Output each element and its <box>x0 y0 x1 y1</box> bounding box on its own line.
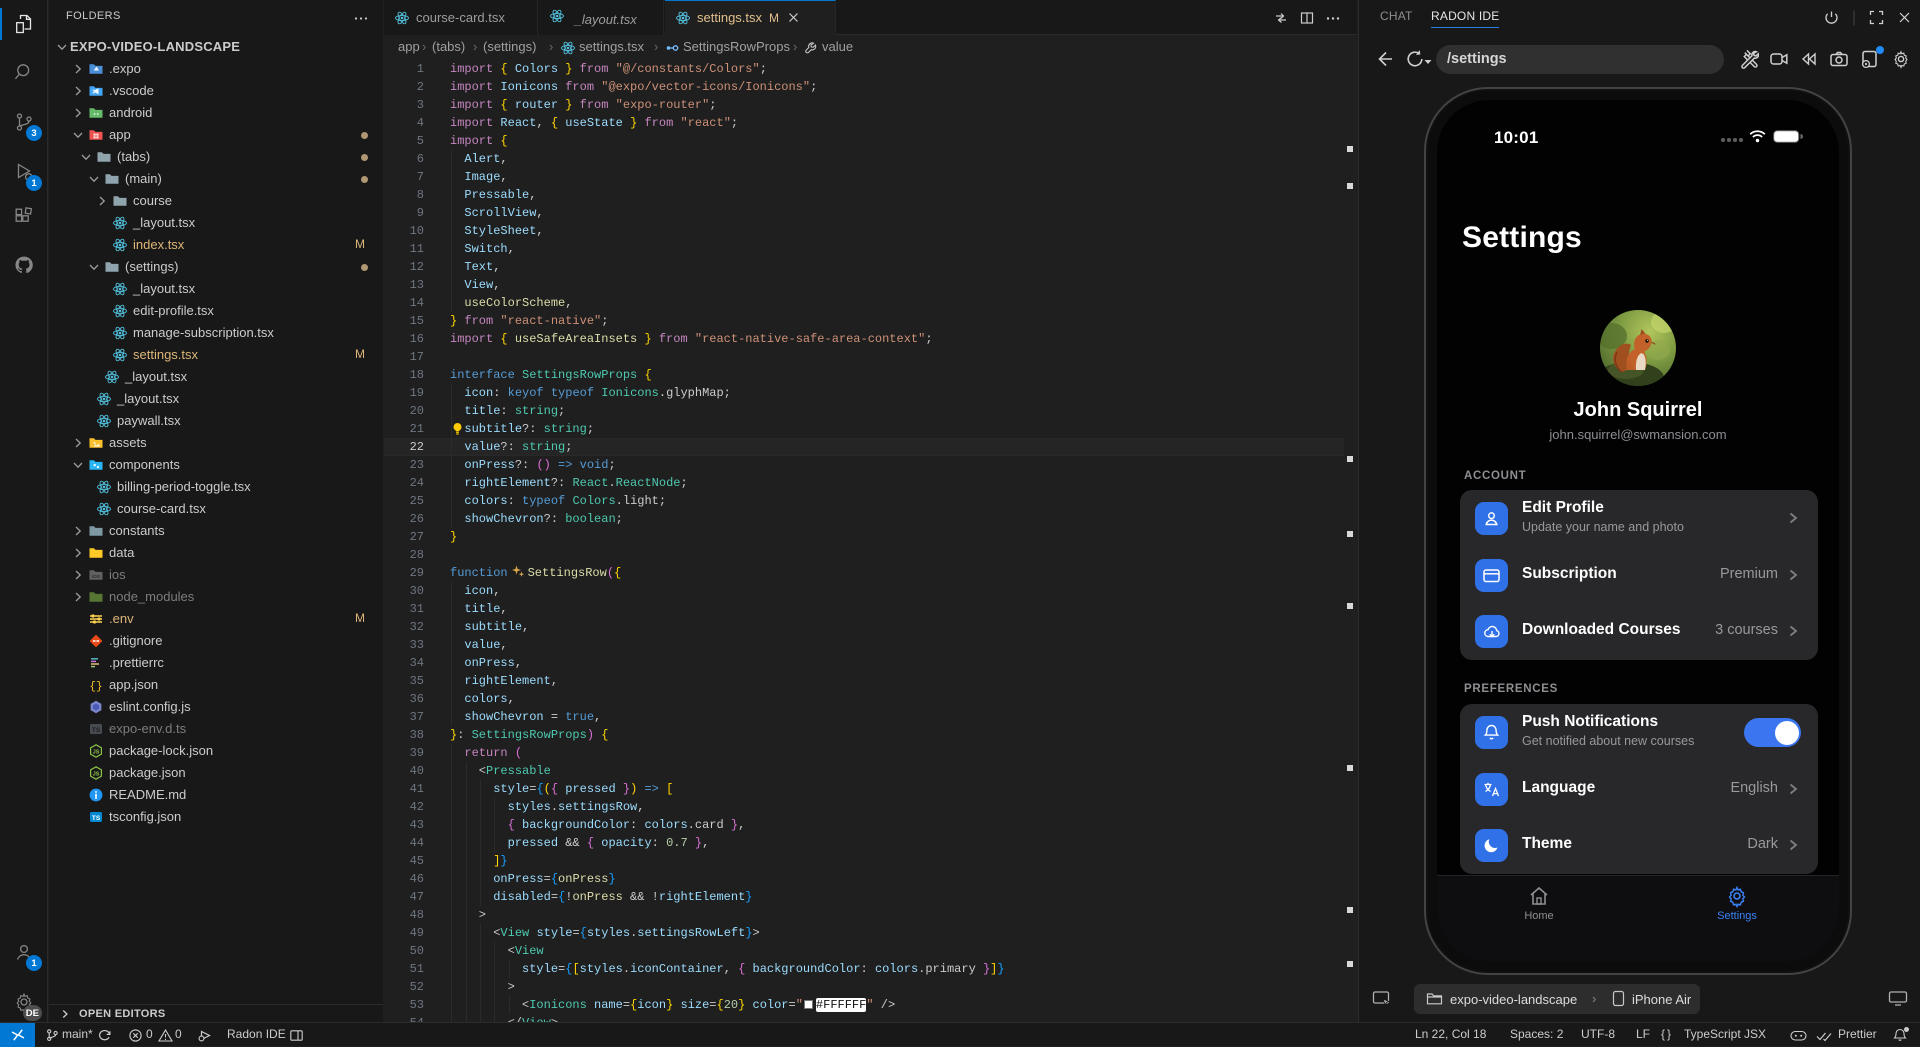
svg-text:TS: TS <box>92 727 101 734</box>
svg-text:iOS: iOS <box>92 574 100 579</box>
svg-text:{}: {} <box>89 681 102 693</box>
svg-text:TS: TS <box>92 815 101 822</box>
svg-text:JS: JS <box>93 772 100 778</box>
svg-text:JS: JS <box>93 750 100 756</box>
